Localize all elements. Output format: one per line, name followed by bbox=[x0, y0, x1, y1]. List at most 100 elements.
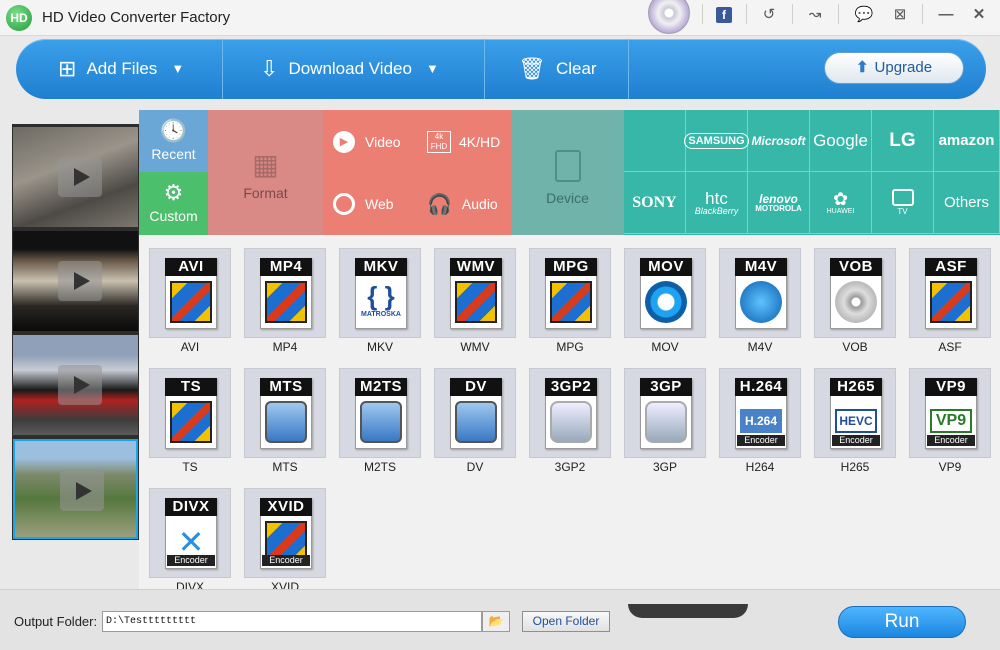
facebook-button[interactable]: f bbox=[706, 2, 742, 28]
format-card[interactable]: H.264 H.264 Encoder bbox=[719, 368, 801, 458]
google-brand[interactable]: Google bbox=[810, 110, 872, 172]
disc-icon[interactable] bbox=[648, 0, 690, 34]
hd-subtab[interactable]: 4k FHD 4K/HD bbox=[417, 110, 511, 173]
format-card[interactable]: MKV { } MATROŠKA bbox=[339, 248, 421, 338]
format-vob[interactable]: VOB VOB bbox=[814, 248, 896, 360]
device-tab[interactable]: Device bbox=[511, 110, 624, 235]
format-m4v[interactable]: M4V M4V bbox=[719, 248, 801, 360]
play-icon[interactable] bbox=[60, 471, 104, 511]
format-card[interactable]: H265 HEVC Encoder bbox=[814, 368, 896, 458]
browse-folder-button[interactable]: 📂 bbox=[482, 611, 510, 632]
format-divx[interactable]: DIVX ✕ Encoder DIVX bbox=[149, 488, 231, 600]
format-icon: TS bbox=[165, 378, 217, 449]
play-icon[interactable] bbox=[58, 157, 102, 197]
format-card[interactable]: TS bbox=[149, 368, 231, 458]
format-card[interactable]: M4V bbox=[719, 248, 801, 338]
format-mts[interactable]: MTS MTS bbox=[244, 368, 326, 480]
format-m2ts[interactable]: M2TS M2TS bbox=[339, 368, 421, 480]
format-3gp2[interactable]: 3GP2 3GP2 bbox=[529, 368, 611, 480]
upgrade-label: Upgrade bbox=[874, 59, 933, 76]
format-card[interactable]: MOV bbox=[624, 248, 706, 338]
feedback-button[interactable]: 💬 bbox=[846, 2, 882, 28]
format-card[interactable]: AVI bbox=[149, 248, 231, 338]
format-card[interactable]: DV bbox=[434, 368, 516, 458]
clear-label: Clear bbox=[555, 59, 597, 78]
audio-subtab[interactable]: 🎧 Audio bbox=[417, 173, 511, 235]
web-subtab[interactable]: Web bbox=[323, 173, 417, 235]
custom-label: Custom bbox=[149, 208, 198, 224]
tv-brand[interactable]: TV bbox=[872, 172, 934, 234]
web-label: Web bbox=[365, 196, 394, 212]
chevron-down-icon[interactable]: ▼ bbox=[171, 39, 184, 99]
format-mov[interactable]: MOV MOV bbox=[624, 248, 706, 360]
bottom-bar: Output Folder: D:\Testtttttttt 📂 Open Fo… bbox=[0, 589, 1000, 650]
recent-tab[interactable]: 🕓 Recent bbox=[139, 110, 208, 172]
others-brand[interactable]: Others bbox=[934, 172, 1000, 234]
video-thumbnail[interactable] bbox=[13, 127, 138, 227]
format-card[interactable]: XVID Encoder bbox=[244, 488, 326, 578]
format-card[interactable]: MTS bbox=[244, 368, 326, 458]
merge-button-partial[interactable] bbox=[628, 604, 748, 618]
format-card[interactable]: MP4 bbox=[244, 248, 326, 338]
clear-button[interactable]: 🗑 Clear bbox=[518, 39, 597, 99]
format-h265[interactable]: H265 HEVC Encoder H265 bbox=[814, 368, 896, 480]
open-folder-button[interactable]: Open Folder bbox=[522, 611, 610, 632]
format-card[interactable]: M2TS bbox=[339, 368, 421, 458]
format-card[interactable]: VP9 VP9 Encoder bbox=[909, 368, 991, 458]
main-toolbar: ⊞ Add Files ▼ ⇩ Download Video ▼ 🗑 Clear… bbox=[16, 39, 986, 99]
format-vp9[interactable]: VP9 VP9 Encoder VP9 bbox=[909, 368, 991, 480]
format-picture bbox=[550, 281, 592, 323]
upgrade-button[interactable]: ⬆ Upgrade bbox=[824, 52, 964, 84]
format-ts[interactable]: TS TS bbox=[149, 368, 231, 480]
format-h264[interactable]: H.264 H.264 Encoder H264 bbox=[719, 368, 801, 480]
format-wmv[interactable]: WMV WMV bbox=[434, 248, 516, 360]
video-thumbnail[interactable] bbox=[13, 231, 138, 331]
huawei-icon: ✿ bbox=[832, 189, 849, 209]
output-folder-input[interactable]: D:\Testtttttttt bbox=[102, 611, 482, 632]
lenovo-brand[interactable]: lenovo MOTOROLA bbox=[748, 172, 810, 234]
format-card[interactable]: MPG bbox=[529, 248, 611, 338]
format-tab[interactable]: ▦ Format bbox=[208, 110, 323, 235]
format-avi[interactable]: AVI AVI bbox=[149, 248, 231, 360]
video-thumbnail-selected[interactable] bbox=[13, 439, 138, 539]
video-subtab[interactable]: ▶ Video bbox=[323, 110, 417, 173]
format-mpg[interactable]: MPG MPG bbox=[529, 248, 611, 360]
format-card[interactable]: ASF bbox=[909, 248, 991, 338]
microsoft-brand[interactable]: Microsoft bbox=[748, 110, 810, 172]
format-dv[interactable]: DV DV bbox=[434, 368, 516, 480]
samsung-brand[interactable]: SAMSUNG bbox=[684, 110, 749, 172]
format-card[interactable]: VOB bbox=[814, 248, 896, 338]
chevron-down-icon[interactable]: ▼ bbox=[426, 39, 439, 99]
format-badge: VP9 bbox=[925, 378, 977, 396]
register-button[interactable]: ⊠ bbox=[882, 2, 918, 28]
refresh-button[interactable]: ↺ bbox=[751, 2, 787, 28]
format-mkv[interactable]: MKV { } MATROŠKA MKV bbox=[339, 248, 421, 360]
apple-brand[interactable] bbox=[624, 110, 686, 172]
add-files-button[interactable]: ⊞ Add Files ▼ bbox=[58, 39, 184, 99]
htc-brand[interactable]: htc BlackBerry bbox=[686, 172, 748, 234]
format-3gp[interactable]: 3GP 3GP bbox=[624, 368, 706, 480]
amazon-brand[interactable]: amazon bbox=[934, 110, 1000, 172]
minimize-button[interactable]: — bbox=[928, 2, 964, 28]
format-icon: H265 HEVC Encoder bbox=[830, 378, 882, 449]
format-card[interactable]: 3GP bbox=[624, 368, 706, 458]
format-card[interactable]: 3GP2 bbox=[529, 368, 611, 458]
huawei-brand[interactable]: ✿ HUAWEI bbox=[810, 172, 872, 234]
sony-brand[interactable]: SONY bbox=[624, 172, 686, 234]
format-xvid[interactable]: XVID Encoder XVID bbox=[244, 488, 326, 600]
lg-brand[interactable]: LG bbox=[872, 110, 934, 172]
format-card[interactable]: DIVX ✕ Encoder bbox=[149, 488, 231, 578]
titlebar-separator bbox=[702, 4, 703, 24]
play-icon[interactable] bbox=[58, 261, 102, 301]
format-asf[interactable]: ASF ASF bbox=[909, 248, 991, 360]
close-button[interactable]: ✕ bbox=[961, 2, 997, 28]
format-mp4[interactable]: MP4 MP4 bbox=[244, 248, 326, 360]
play-icon[interactable] bbox=[58, 365, 102, 405]
format-icon: VP9 VP9 Encoder bbox=[925, 378, 977, 449]
run-button[interactable]: Run bbox=[838, 606, 966, 638]
custom-tab[interactable]: ⚙ Custom bbox=[139, 172, 208, 235]
format-card[interactable]: WMV bbox=[434, 248, 516, 338]
skin-button[interactable]: ↝ bbox=[797, 2, 833, 28]
video-thumbnail[interactable] bbox=[13, 335, 138, 435]
download-video-button[interactable]: ⇩ Download Video ▼ bbox=[260, 39, 439, 99]
